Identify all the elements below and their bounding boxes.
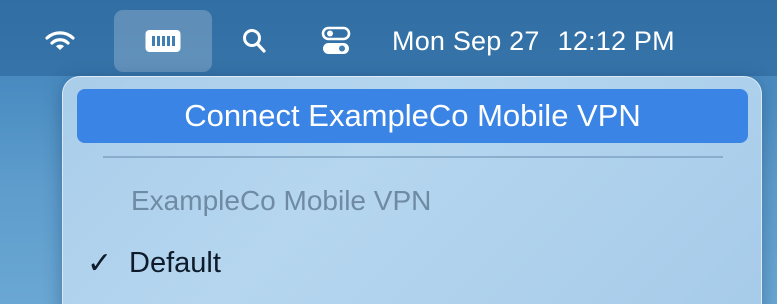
default-profile-menu-item[interactable]: ✓ Default — [87, 243, 221, 283]
wifi-icon — [45, 31, 75, 50]
connect-vpn-label: Connect ExampleCo Mobile VPN — [184, 98, 641, 133]
menu-bar-clock[interactable]: Mon Sep 27 12:12 PM — [392, 10, 774, 72]
control-center-icon — [321, 26, 351, 54]
spotlight-search-item[interactable] — [222, 10, 286, 72]
control-center-item[interactable] — [302, 10, 370, 72]
vpn-section-header: ExampleCo Mobile VPN — [131, 185, 432, 216]
wifi-status-item[interactable] — [30, 10, 90, 72]
connect-vpn-menu-item[interactable]: Connect ExampleCo Mobile VPN — [77, 89, 748, 143]
default-profile-label: Default — [129, 246, 221, 279]
checkmark-icon: ✓ — [87, 245, 113, 281]
clock-date: Mon Sep 27 — [392, 25, 540, 56]
vpn-dropdown-menu: Connect ExampleCo Mobile VPN ExampleCo M… — [62, 76, 762, 304]
vpn-menu-extra[interactable] — [114, 10, 212, 72]
clock-time: 12:12 PM — [557, 25, 675, 56]
search-icon — [243, 29, 266, 53]
menu-separator — [103, 156, 723, 158]
menu-bar: Mon Sep 27 12:12 PM — [0, 0, 777, 76]
vpn-menu-extra-icon — [145, 30, 181, 52]
